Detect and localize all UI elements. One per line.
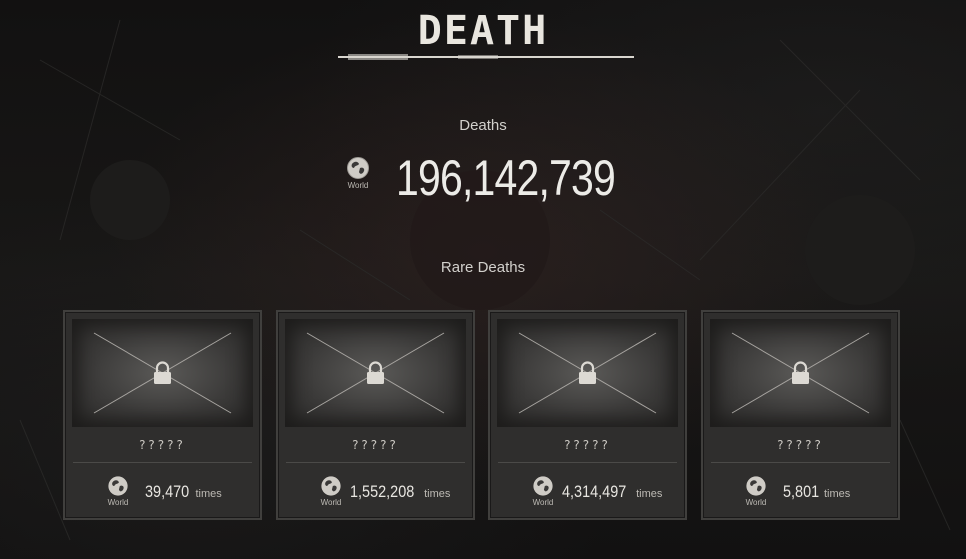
card-count: 1,552,208 times <box>350 482 450 502</box>
card-count-unit: times <box>195 488 222 500</box>
card-divider <box>711 462 890 463</box>
card-count-unit: times <box>424 488 451 500</box>
card-divider <box>73 462 252 463</box>
card-count-unit: times <box>636 488 663 500</box>
card-title: ????? <box>777 438 824 452</box>
card-thumbnail <box>72 319 253 427</box>
world-label: World <box>347 181 369 190</box>
card-divider <box>286 462 465 463</box>
world-label: World <box>320 498 342 507</box>
deaths-label: Deaths <box>459 117 507 134</box>
card-thumbnail <box>497 319 678 427</box>
card-count-value: 39,470 <box>145 482 190 501</box>
globe-icon <box>108 476 128 496</box>
card-title: ????? <box>139 438 186 452</box>
card-count-unit: times <box>824 488 851 500</box>
lock-icon <box>792 361 809 384</box>
world-badge: World <box>345 156 371 190</box>
rare-death-card[interactable]: ????? World 1,552,208 times <box>276 310 475 520</box>
page-header: DEATH <box>0 8 966 54</box>
card-count-value: 1,552,208 <box>350 482 415 501</box>
lock-icon <box>367 361 384 384</box>
deaths-count: 196,142,739 <box>396 150 616 206</box>
card-count: 4,314,497 times <box>562 482 662 502</box>
globe-icon <box>347 157 369 179</box>
card-title: ????? <box>352 438 399 452</box>
world-badge: World <box>105 475 131 507</box>
lock-icon <box>154 361 171 384</box>
world-label: World <box>745 498 767 507</box>
rare-death-card[interactable]: ????? World 4,314,497 times <box>488 310 687 520</box>
rare-deaths-label: Rare Deaths <box>440 259 526 276</box>
globe-icon <box>533 476 553 496</box>
card-title: ????? <box>564 438 611 452</box>
card-count: 39,470 times <box>145 482 222 502</box>
rare-death-card[interactable]: ????? World 39,470 times <box>63 310 262 520</box>
world-badge: World <box>530 475 556 507</box>
card-divider <box>498 462 677 463</box>
world-label: World <box>107 498 129 507</box>
lock-icon <box>579 361 596 384</box>
card-count-value: 4,314,497 <box>562 482 627 501</box>
card-thumbnail <box>285 319 466 427</box>
page-title: DEATH <box>417 8 549 54</box>
globe-icon <box>321 476 341 496</box>
world-badge: World <box>318 475 344 507</box>
globe-icon <box>746 476 766 496</box>
title-underline <box>338 54 634 60</box>
card-count: 5,801 times <box>783 482 850 502</box>
rare-death-card[interactable]: ????? World 5,801 times <box>701 310 900 520</box>
world-badge: World <box>743 475 769 507</box>
card-thumbnail <box>710 319 891 427</box>
world-label: World <box>532 498 554 507</box>
card-count-value: 5,801 <box>783 482 820 501</box>
